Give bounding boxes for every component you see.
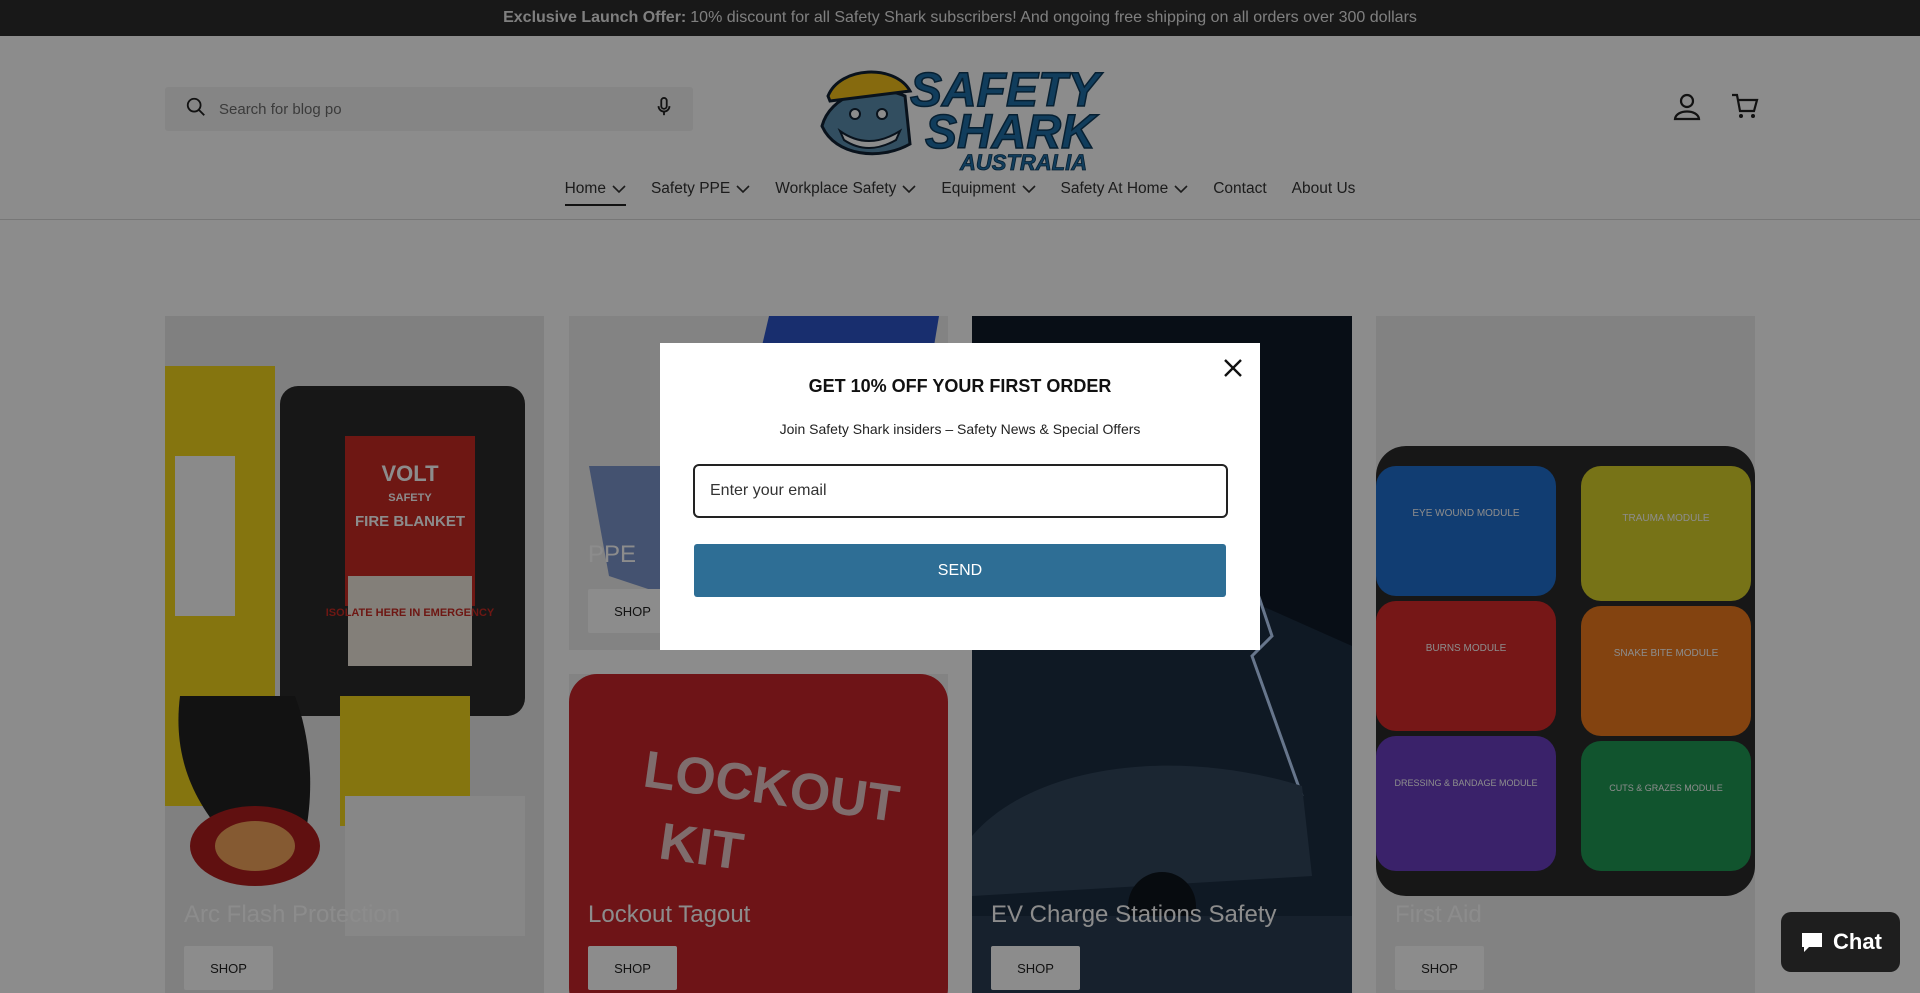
- email-field[interactable]: Enter your email: [693, 464, 1228, 518]
- chat-button[interactable]: Chat: [1781, 912, 1900, 972]
- popup-subtitle: Join Safety Shark insiders – Safety News…: [779, 421, 1141, 437]
- chat-icon: [1802, 933, 1823, 952]
- popup-title: GET 10% OFF YOUR FIRST ORDER: [808, 376, 1112, 396]
- newsletter-popup: GET 10% OFF YOUR FIRST ORDER Join Safety…: [660, 343, 1260, 650]
- chat-label: Chat: [1833, 929, 1882, 954]
- send-button[interactable]: SEND: [694, 544, 1226, 597]
